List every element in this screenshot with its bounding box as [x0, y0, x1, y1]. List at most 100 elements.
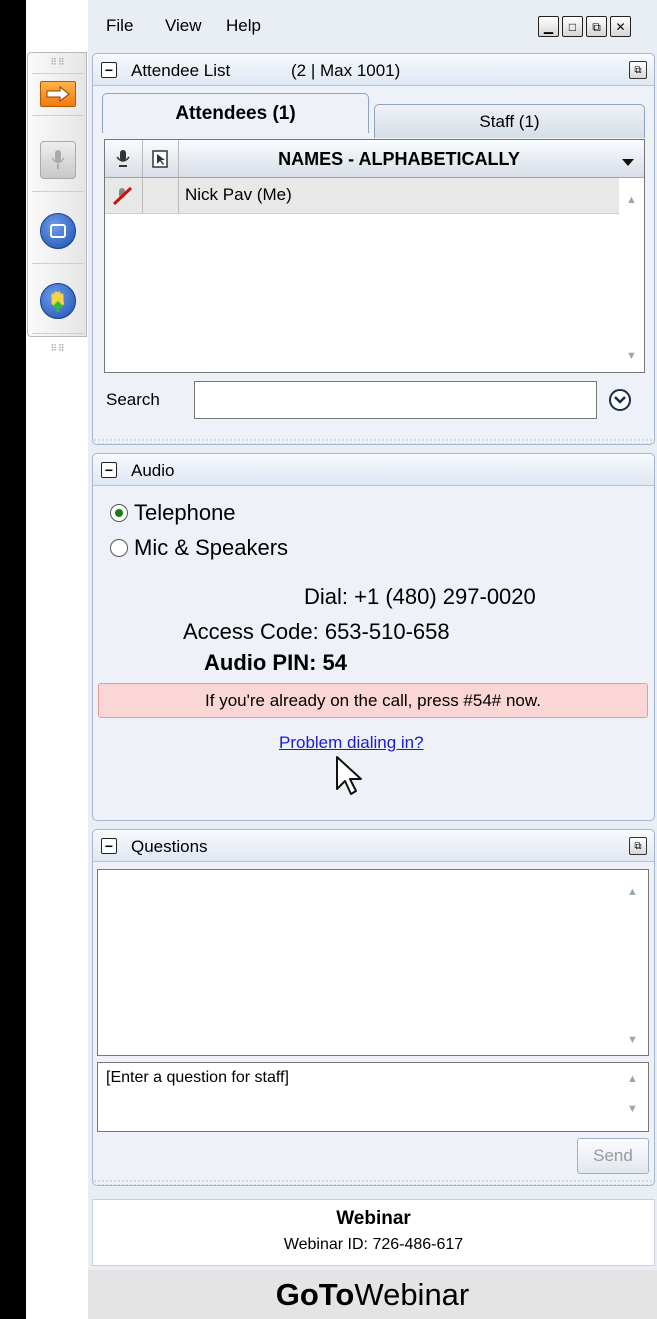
microphone-icon — [116, 150, 130, 167]
column-divider — [142, 140, 143, 177]
separator — [32, 73, 84, 74]
scroll-up-icon[interactable]: ▲ — [627, 1073, 638, 1085]
popout-icon: ⧉ — [634, 64, 642, 76]
grip-handle-top[interactable]: ⠿⠿ — [28, 55, 88, 69]
collapse-icon: − — [104, 462, 114, 478]
separator — [32, 115, 84, 116]
mic-muted-icon[interactable] — [111, 186, 135, 206]
resize-handle[interactable] — [93, 438, 654, 444]
show-hide-panel-button[interactable] — [40, 81, 76, 107]
telephone-label: Telephone — [134, 500, 236, 525]
separator — [32, 333, 84, 334]
resize-handle[interactable] — [93, 1179, 654, 1185]
mouse-cursor-icon — [334, 755, 364, 797]
table-header: NAMES - ALPHABETICALLY — [105, 140, 644, 178]
mic-speakers-label: Mic & Speakers — [134, 535, 289, 560]
scroll-down-icon[interactable]: ▼ — [626, 350, 637, 362]
pointer-column-header[interactable] — [147, 149, 173, 169]
chevron-down-icon — [614, 396, 626, 404]
mic-speakers-radio[interactable] — [110, 539, 128, 557]
popout-attendee-button[interactable]: ⧉ — [629, 61, 647, 79]
scroll-up-icon[interactable]: ▲ — [626, 194, 637, 206]
webinar-title: Webinar — [336, 1208, 411, 1229]
questions-log: ▲ ▼ — [97, 869, 649, 1056]
tab-staff-label: Staff (1) — [479, 111, 540, 131]
table-row[interactable]: Nick Pav (Me) — [105, 178, 644, 214]
search-label: Search — [106, 390, 160, 409]
names-column-label: NAMES - ALPHABETICALLY — [278, 148, 520, 169]
pointer-icon — [152, 150, 168, 168]
telephone-option[interactable]: Telephone — [110, 500, 236, 526]
desktop-background — [0, 0, 26, 1319]
send-label: Send — [593, 1146, 633, 1165]
attendee-name: Nick Pav (Me) — [185, 185, 292, 204]
menu-help[interactable]: Help — [226, 16, 261, 36]
column-divider — [178, 178, 179, 213]
restore-icon: ⧉ — [592, 19, 601, 34]
arrow-right-icon — [46, 86, 70, 102]
search-options-button[interactable] — [609, 389, 631, 411]
tab-attendees-label: Attendees (1) — [175, 102, 296, 124]
microphone-icon — [51, 150, 65, 169]
questions-panel-title: Questions — [131, 837, 208, 856]
screen-icon — [50, 224, 66, 238]
close-icon: ✕ — [615, 19, 626, 34]
microphone-button[interactable] — [40, 141, 76, 179]
search-input[interactable] — [194, 381, 597, 419]
dropdown-arrow-icon — [622, 159, 634, 166]
gotowebinar-logo: GoTo Webinar — [88, 1270, 657, 1319]
table-scrollbar[interactable]: ▲ ▼ — [619, 178, 644, 372]
telephone-radio[interactable] — [110, 504, 128, 522]
minimize-button[interactable]: ▁ — [538, 16, 559, 37]
send-button[interactable]: Send — [577, 1138, 649, 1174]
dial-number: Dial: +1 (480) 297-0020 — [304, 584, 536, 609]
audio-pin: Audio PIN: 54 — [204, 650, 348, 675]
raise-hand-icon — [51, 291, 64, 312]
webinar-id: Webinar ID: 726-486-617 — [283, 1236, 464, 1253]
menu-file[interactable]: File — [106, 16, 133, 36]
collapse-icon: − — [104, 838, 114, 854]
sort-dropdown[interactable] — [621, 154, 635, 166]
question-placeholder: [Enter a question for staff] — [106, 1069, 289, 1086]
control-panel-grab-tab: ⠿⠿ ⠿⠿ — [27, 52, 88, 353]
minimize-icon: ▁ — [543, 19, 554, 34]
names-column-header[interactable]: NAMES - ALPHABETICALLY — [179, 140, 619, 178]
maximize-icon: □ — [568, 19, 577, 34]
separator — [32, 263, 84, 264]
collapse-attendee-button[interactable]: − — [101, 62, 117, 78]
collapse-icon: − — [104, 62, 114, 78]
logo-bold: GoTo — [275, 1276, 355, 1312]
logo-light: Webinar — [354, 1276, 470, 1312]
attendee-panel-title: Attendee List — [131, 61, 231, 80]
audio-panel-header: − Audio — [93, 454, 654, 486]
screen-button[interactable] — [40, 213, 76, 249]
questions-panel-header: − Questions ⧉ — [93, 830, 654, 862]
tab-staff[interactable]: Staff (1) — [374, 104, 645, 138]
attendee-table: NAMES - ALPHABETICALLY Nick Pav (Me) ▲ ▼ — [104, 139, 645, 373]
column-divider — [142, 178, 143, 213]
mic-column-header[interactable] — [111, 149, 135, 169]
scroll-down-icon[interactable]: ▼ — [627, 1103, 638, 1115]
popout-icon: ⧉ — [634, 840, 642, 852]
audio-panel-title: Audio — [131, 461, 175, 480]
maximize-button[interactable]: □ — [562, 16, 583, 37]
scroll-down-icon[interactable]: ▼ — [627, 1034, 638, 1046]
problem-dialing-link[interactable]: Problem dialing in? — [279, 733, 424, 753]
menu-view[interactable]: View — [165, 16, 202, 36]
attendee-count: (2 | Max 1001) — [291, 61, 401, 80]
restore-button[interactable]: ⧉ — [586, 16, 607, 37]
close-button[interactable]: ✕ — [610, 16, 631, 37]
separator — [32, 191, 84, 192]
collapse-audio-button[interactable]: − — [101, 462, 117, 478]
grip-handle-bottom[interactable]: ⠿⠿ — [28, 341, 88, 355]
audio-pin-notice: If you're already on the call, press #54… — [98, 683, 648, 718]
scroll-up-icon[interactable]: ▲ — [627, 886, 638, 898]
tab-attendees[interactable]: Attendees (1) — [102, 93, 369, 133]
raise-hand-button[interactable] — [40, 283, 76, 319]
question-input[interactable]: [Enter a question for staff] ▲ ▼ — [97, 1062, 649, 1132]
collapse-questions-button[interactable]: − — [101, 838, 117, 854]
webinar-info: Webinar Webinar ID: 726-486-617 — [92, 1199, 655, 1266]
popout-questions-button[interactable]: ⧉ — [629, 837, 647, 855]
mic-speakers-option[interactable]: Mic & Speakers — [110, 535, 288, 561]
attendee-panel-header: − Attendee List (2 | Max 1001) ⧉ — [93, 54, 654, 86]
